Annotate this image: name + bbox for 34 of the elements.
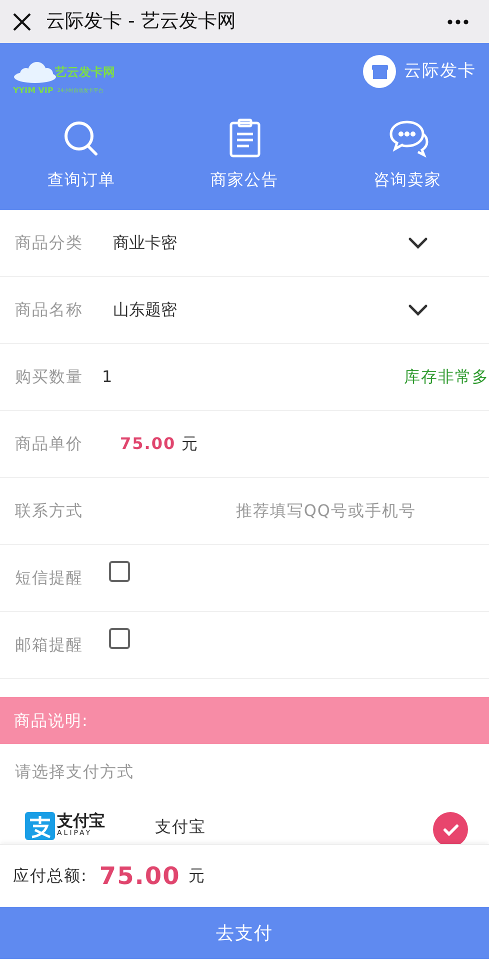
contact-field[interactable]: 推荐填写QQ号或手机号 <box>101 499 474 523</box>
checkbox[interactable] <box>109 560 130 582</box>
cloud-icon <box>13 60 57 82</box>
total-amount: 75.00 <box>99 861 180 892</box>
shop-name: 云际发卡 <box>404 60 476 83</box>
chevron-down-icon <box>408 237 428 249</box>
field-label: 短信提醒 <box>15 567 84 589</box>
alipay-icon <box>25 812 55 840</box>
field-label: 商品分类 <box>15 232 84 254</box>
logo-tagline: YYIM VIP <box>13 86 54 96</box>
close-icon[interactable] <box>12 12 32 32</box>
description-title: 商品说明: <box>14 710 88 732</box>
field-label: 购买数量 <box>15 366 84 388</box>
stock-status: 库存非常多 <box>404 366 489 388</box>
check-icon <box>442 824 458 836</box>
chevron-down-icon <box>408 304 428 316</box>
checkbox[interactable] <box>109 628 130 648</box>
payment-prompt: 请选择支付方式 <box>15 761 134 783</box>
select-field[interactable]: 商业卡密 <box>101 227 474 259</box>
field-label: 商品名称 <box>15 299 84 321</box>
total-label: 应付总额: <box>13 865 88 887</box>
unit-price: 75.00 <box>120 433 176 455</box>
currency-unit: 元 <box>182 433 198 455</box>
field-label: 联系方式 <box>15 500 84 522</box>
logo-text: 艺云发卡网 <box>55 64 115 78</box>
quantity-field[interactable]: 1 <box>101 365 404 389</box>
more-icon[interactable] <box>447 18 469 24</box>
store-icon <box>363 55 396 88</box>
window-title: 云际发卡 - 艺云发卡网 <box>46 9 237 34</box>
field-label: 邮箱提醒 <box>15 634 84 656</box>
select-field[interactable]: 山东题密 <box>101 294 474 326</box>
alipay-logo-text: 支付宝 <box>57 812 105 829</box>
field-label: 商品单价 <box>15 433 84 455</box>
currency-unit: 元 <box>188 865 204 887</box>
